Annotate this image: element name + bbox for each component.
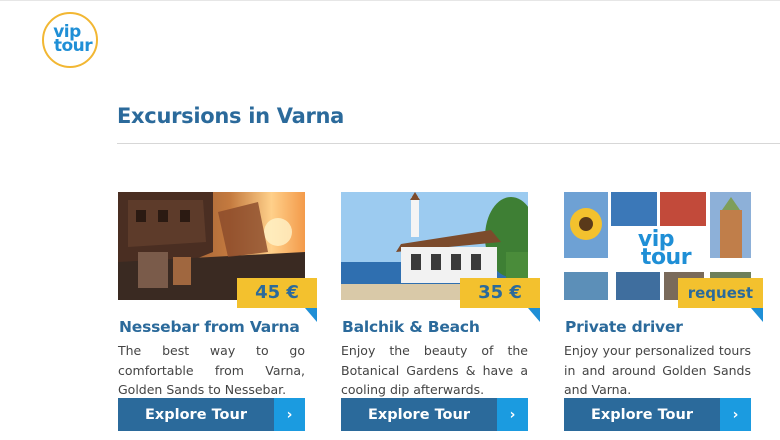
chevron-right-icon: › <box>274 398 305 431</box>
top-divider <box>0 0 780 1</box>
explore-tour-button[interactable]: Explore Tour › <box>118 398 305 431</box>
vip-tour-logo[interactable]: vip tour <box>42 12 98 68</box>
logo-text-line2: tour <box>53 36 93 56</box>
tour-card-description: The best way to go comfortable from Varn… <box>118 343 305 397</box>
overlay-logo-line2: tour <box>640 245 692 270</box>
tour-card-description: Enjoy the beauty of the Botanical Garden… <box>341 343 528 397</box>
tour-card-balchik: 35 € Balchik & Beach Enjoy the beauty of… <box>341 192 540 431</box>
explore-tour-label: Explore Tour <box>118 398 274 431</box>
explore-tour-label: Explore Tour <box>341 398 497 431</box>
tour-card-nessebar: 45 € Nessebar from Varna The best way to… <box>118 192 317 431</box>
price-badge: 35 € <box>460 278 540 308</box>
tour-card-title[interactable]: Nessebar from Varna <box>119 318 300 336</box>
badge-corner <box>528 308 540 322</box>
tour-card-media: vip tour request <box>564 192 763 322</box>
price-badge: request <box>677 278 763 308</box>
chevron-right-icon: › <box>497 398 528 431</box>
badge-corner <box>751 308 763 322</box>
tour-card-title[interactable]: Private driver <box>565 318 683 336</box>
badge-corner <box>305 308 317 322</box>
tour-card-private-driver: vip tour request Private driver Enjoy yo… <box>564 192 763 431</box>
tour-card-description: Enjoy your personalized tours in and aro… <box>564 343 751 397</box>
tour-card-media: 45 € <box>118 192 317 322</box>
explore-tour-button[interactable]: Explore Tour › <box>341 398 528 431</box>
section-title: Excursions in Varna <box>117 104 345 128</box>
explore-tour-label: Explore Tour <box>564 398 720 431</box>
tour-card-title[interactable]: Balchik & Beach <box>342 318 480 336</box>
chevron-right-icon: › <box>720 398 751 431</box>
section-divider <box>117 143 780 144</box>
vip-tour-logo-overlay: vip tour <box>612 226 710 272</box>
tour-card-media: 35 € <box>341 192 540 322</box>
explore-tour-button[interactable]: Explore Tour › <box>564 398 751 431</box>
price-badge: 45 € <box>237 278 317 308</box>
